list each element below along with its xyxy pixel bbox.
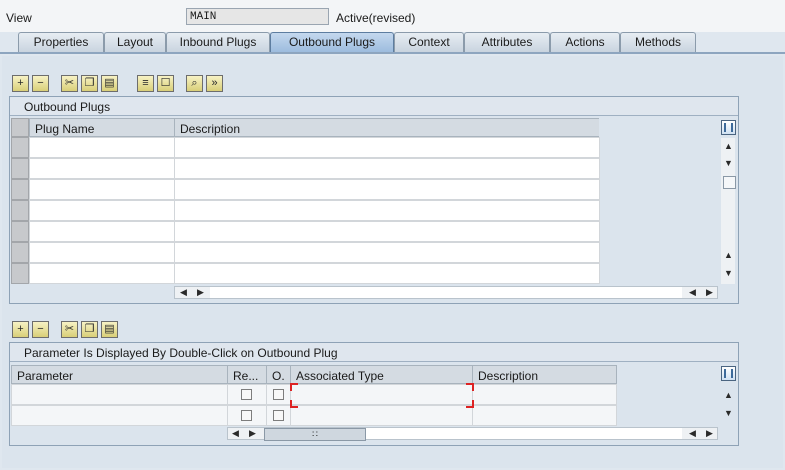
reference-checkbox[interactable] [241,389,252,400]
scroll-up-icon[interactable]: ▲ [722,389,735,402]
row-selector[interactable] [11,179,29,200]
paste-icon[interactable]: ▤ [101,75,118,92]
scroll-left-icon[interactable]: ◀ [229,427,242,440]
column-optional[interactable]: O. [266,365,291,384]
optional-checkbox[interactable] [273,410,284,421]
insert-row-icon[interactable]: + [12,75,29,92]
tab-strip: Properties Layout Inbound Plugs Outbound… [0,32,785,54]
parameter-group-title: Parameter Is Displayed By Double-Click o… [10,343,738,362]
row-selector[interactable] [11,263,29,284]
column-plug-name[interactable]: Plug Name [29,118,175,137]
table-empty-area [599,118,716,284]
view-name-field[interactable]: MAIN [186,8,329,25]
focus-marker [466,400,474,408]
plug-name-cell[interactable] [29,242,175,263]
associated-type-cell[interactable] [290,384,473,405]
find-next-icon[interactable]: » [206,75,223,92]
plug-name-cell[interactable] [29,179,175,200]
scroll-down-icon[interactable]: ▼ [722,267,735,280]
scroll-right-icon[interactable]: ▶ [246,427,259,440]
description-cell[interactable] [472,405,617,426]
tab-layout[interactable]: Layout [104,32,166,52]
deselect-all-icon[interactable]: ☐ [157,75,174,92]
plug-name-cell[interactable] [29,158,175,179]
scroll-up-icon[interactable]: ▲ [722,140,735,153]
scroll-thumb[interactable] [723,176,736,189]
tab-context[interactable]: Context [394,32,464,52]
row-selector[interactable] [11,221,29,242]
description-cell[interactable] [174,200,600,221]
column-description[interactable]: Description [472,365,617,384]
delete-row-icon[interactable]: − [32,321,49,338]
optional-checkbox[interactable] [273,389,284,400]
tab-inbound-plugs[interactable]: Inbound Plugs [166,32,270,52]
scroll-track[interactable] [210,287,682,298]
scroll-left-icon[interactable]: ◀ [177,286,190,299]
row-selector[interactable] [11,158,29,179]
scroll-left-icon[interactable]: ◀ [686,427,699,440]
tab-actions[interactable]: Actions [550,32,620,52]
row-selector[interactable] [11,200,29,221]
row-selector[interactable] [11,242,29,263]
cut-icon[interactable]: ✂ [61,75,78,92]
tab-outbound-plugs[interactable]: Outbound Plugs [270,32,394,52]
plug-name-cell[interactable] [29,200,175,221]
parameter-cell[interactable] [11,384,228,405]
description-cell[interactable] [472,384,617,405]
tab-underline [0,52,785,54]
select-all-rows[interactable] [11,118,29,137]
table-settings-icon[interactable] [721,366,736,381]
focus-marker [290,400,298,408]
delete-row-icon[interactable]: − [32,75,49,92]
column-description[interactable]: Description [174,118,600,137]
plug-name-cell[interactable] [29,137,175,158]
column-associated-type[interactable]: Associated Type [290,365,473,384]
select-all-icon[interactable]: ≡ [137,75,154,92]
reference-checkbox[interactable] [241,410,252,421]
column-reference[interactable]: Re... [227,365,267,384]
scroll-thumb[interactable]: ∷ [264,428,366,441]
insert-row-icon[interactable]: + [12,321,29,338]
scroll-up-icon[interactable]: ▲ [722,249,735,262]
focus-marker [290,383,298,391]
description-cell[interactable] [174,158,600,179]
tab-methods[interactable]: Methods [620,32,696,52]
scroll-track[interactable] [366,428,682,439]
scroll-right-icon[interactable]: ▶ [703,427,716,440]
scroll-down-icon[interactable]: ▼ [722,157,735,170]
view-label: View [6,11,32,25]
row-selector[interactable] [11,137,29,158]
status-text: Active(revised) [336,11,416,25]
scroll-right-icon[interactable]: ▶ [194,286,207,299]
plug-name-cell[interactable] [29,263,175,284]
column-parameter[interactable]: Parameter [11,365,228,384]
tab-properties[interactable]: Properties [18,32,104,52]
outbound-plugs-title: Outbound Plugs [10,97,738,116]
focus-marker [466,383,474,391]
table-settings-icon[interactable] [721,120,736,135]
cut-icon[interactable]: ✂ [61,321,78,338]
description-cell[interactable] [174,263,600,284]
plug-name-cell[interactable] [29,221,175,242]
description-cell[interactable] [174,242,600,263]
scroll-left-icon[interactable]: ◀ [686,286,699,299]
description-cell[interactable] [174,137,600,158]
find-icon[interactable]: ⌕ [186,75,203,92]
description-cell[interactable] [174,221,600,242]
scroll-right-icon[interactable]: ▶ [703,286,716,299]
scroll-down-icon[interactable]: ▼ [722,407,735,420]
description-cell[interactable] [174,179,600,200]
tab-attributes[interactable]: Attributes [464,32,550,52]
parameter-cell[interactable] [11,405,228,426]
paste-icon[interactable]: ▤ [101,321,118,338]
copy-icon[interactable]: ❐ [81,75,98,92]
copy-icon[interactable]: ❐ [81,321,98,338]
associated-type-cell[interactable] [290,405,473,426]
